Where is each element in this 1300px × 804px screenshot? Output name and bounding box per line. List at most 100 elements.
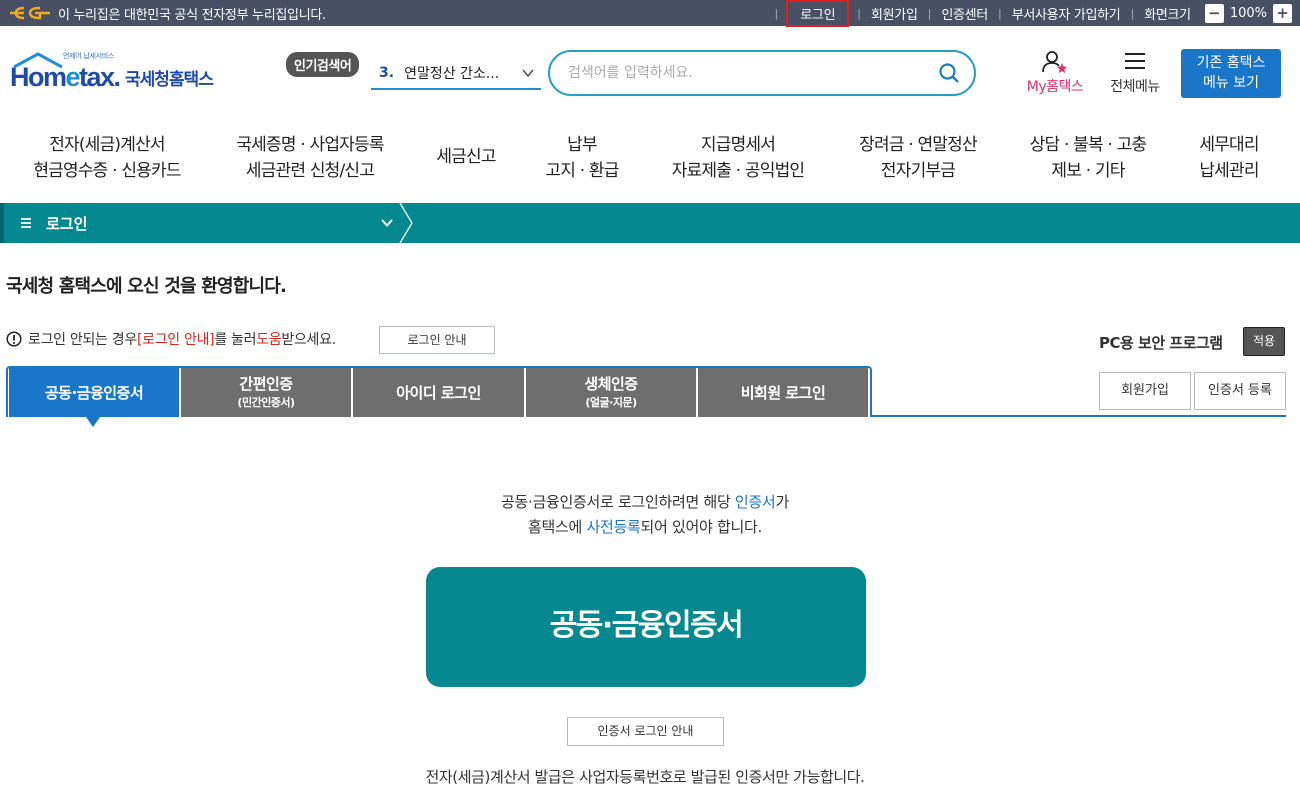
screen-size-label: 화면크기 <box>1144 7 1191 23</box>
government-banner: 이 누리집은 대한민국 공식 전자정부 누리집입니다. | 로그인 | 회원가입… <box>0 0 1300 27</box>
joint-financial-cert-login-button[interactable]: 공동·금융인증서 <box>426 567 866 687</box>
link-separator: | <box>774 6 779 20</box>
hometax-logo[interactable]: 언제어 납세서비스 Hometax. 국세청홈택스 <box>8 48 228 94</box>
gnb-line2: 세금관련 신청/신고 <box>245 161 375 181</box>
gnb-line2: 현금영수증 · 신용카드 <box>33 161 181 181</box>
top-utility-links: | 로그인 | 회원가입 | 인증센터 | 부서사용자 가입하기 | 화면크기 … <box>765 0 1292 27</box>
pc-security-label: PC용 보안 프로그램 <box>1099 334 1223 352</box>
top-login-link[interactable]: 로그인 <box>786 0 850 27</box>
gnb-tax-agent[interactable]: 세무대리 납세관리 <box>1190 132 1268 184</box>
main-navigation: 전자(세금)계산서 현금영수증 · 신용카드 국세증명 · 사업자등록 세금관련… <box>0 132 1300 184</box>
search-input[interactable] <box>568 62 928 84</box>
user-star-icon <box>1042 51 1067 73</box>
list-menu-icon <box>21 218 31 228</box>
info-icon <box>6 331 22 347</box>
gnb-line2: 고지 · 환급 <box>545 161 619 181</box>
tab-non-member-login[interactable]: 비회원 로그인 <box>698 368 868 417</box>
popular-search-dropdown[interactable]: 3. 연말정산 간소... <box>371 58 541 90</box>
gnb-line1: 전자(세금)계산서 <box>49 135 165 155</box>
site-header: 언제어 납세서비스 Hometax. 국세청홈택스 인기검색어 3. 연말정산 … <box>0 26 1300 118</box>
gnb-line1: 세무대리 <box>1199 135 1259 155</box>
breadcrumb-dropdown[interactable]: 로그인 <box>8 203 414 243</box>
tab-simple-auth[interactable]: 간편인증 (민간인증서) <box>181 368 351 417</box>
gnb-line1: 국세증명 · 사업자등록 <box>236 135 384 155</box>
tab-label: 공동·금융인증서 <box>44 384 144 402</box>
tab-label: 비회원 로그인 <box>740 384 826 402</box>
logo-word-part: tax. <box>79 62 121 92</box>
desc-text: 되어 있어야 합니다. <box>640 518 763 536</box>
gnb-line1: 지급명세서 <box>700 135 776 155</box>
desc-highlight: 사전등록 <box>586 518 641 536</box>
popular-keyword: 연말정산 간소... <box>404 66 500 82</box>
old-menu-line2: 메뉴 보기 <box>1203 75 1259 91</box>
my-hometax-label: My홈택스 <box>1026 79 1084 95</box>
popular-rank: 3. <box>379 65 395 81</box>
desc-text: 공동·금융인증서로 로그인하려면 해당 <box>501 493 735 511</box>
top-cert-center-link[interactable]: 인증센터 <box>941 4 988 23</box>
zoom-control: − 100% + <box>1204 3 1292 23</box>
login-guide-button[interactable]: 로그인 안내 <box>379 326 495 354</box>
search-icon[interactable] <box>938 62 960 84</box>
security-apply-button[interactable]: 적용 <box>1243 327 1285 356</box>
popular-search-label: 인기검색어 <box>286 52 360 77</box>
gnb-line1: 납부 <box>567 135 597 155</box>
desc-text: 가 <box>775 493 789 511</box>
cert-login-description: 공동·금융인증서로 로그인하려면 해당 인증서가 홈택스에 사전등록되어 있어야… <box>0 490 1290 540</box>
tab-sublabel: (얼굴·지문) <box>585 396 637 409</box>
tab-sublabel: (민간인증서) <box>237 396 295 409</box>
breadcrumb-current: 로그인 <box>46 215 88 233</box>
breadcrumb-divider-icon <box>399 203 413 243</box>
logo-word-part: Hom <box>10 62 67 92</box>
desc-line1: 공동·금융인증서로 로그인하려면 해당 인증서가 <box>0 490 1290 515</box>
my-hometax-button[interactable]: My홈택스 <box>1020 50 1090 96</box>
tab-joint-financial-cert[interactable]: 공동·금융인증서 <box>9 368 179 417</box>
top-dept-user-signup-link[interactable]: 부서사용자 가입하기 <box>1012 4 1121 23</box>
egov-logo-icon <box>10 6 50 20</box>
location-bar-cap <box>0 203 4 243</box>
zoom-in-button[interactable]: + <box>1273 3 1292 23</box>
gnb-payment[interactable]: 납부 고지 · 환급 <box>536 132 628 184</box>
old-hometax-menu-button[interactable]: 기존 홈택스 메뉴 보기 <box>1181 49 1281 98</box>
logo-word-e: e <box>65 62 81 92</box>
notice-highlight: 도움 <box>256 332 282 348</box>
cert-register-button[interactable]: 인증서 등록 <box>1194 372 1286 410</box>
invoice-cert-note: 전자(세금)계산서 발급은 사업자등록번호로 발급된 인증서만 가능합니다. <box>425 768 865 786</box>
all-menu-label: 전체메뉴 <box>1110 79 1160 95</box>
chevron-down-icon <box>381 219 393 227</box>
active-tab-pointer <box>86 417 100 427</box>
logo-subtitle: 언제어 납세서비스 <box>63 52 115 60</box>
top-signup-link[interactable]: 회원가입 <box>871 4 918 23</box>
gnb-line2: 자료제출 · 공익법인 <box>671 161 805 181</box>
notice-highlight: [로그인 안내] <box>136 332 215 348</box>
gnb-line1: 상담 · 불복 · 고충 <box>1029 135 1147 155</box>
signup-button[interactable]: 회원가입 <box>1099 372 1191 410</box>
welcome-heading: 국세청 홈택스에 오신 것을 환영합니다. <box>6 276 287 297</box>
desc-highlight: 인증서 <box>734 493 776 511</box>
gnb-certificates[interactable]: 국세증명 · 사업자등록 세금관련 신청/신고 <box>224 132 396 184</box>
gnb-consultation[interactable]: 상담 · 불복 · 고충 제보 · 기타 <box>1018 132 1158 184</box>
link-separator: | <box>927 6 932 20</box>
location-bar: 로그인 <box>0 203 1300 243</box>
search-bar <box>548 50 976 96</box>
tab-id-login[interactable]: 아이디 로그인 <box>353 368 524 417</box>
link-separator: | <box>1130 6 1135 20</box>
gnb-line1: 장려금 · 연말정산 <box>859 135 978 155</box>
login-help-notice: 로그인 안되는 경우 [로그인 안내] 를 눌러 도움 받으세요. <box>6 329 336 349</box>
gnb-line2: 납세관리 <box>1199 161 1259 181</box>
notice-text: 로그인 안되는 경우 <box>28 332 137 348</box>
zoom-out-button[interactable]: − <box>1204 3 1224 23</box>
hamburger-icon <box>1125 53 1145 69</box>
tab-biometric[interactable]: 생체인증 (얼굴·지문) <box>526 368 696 417</box>
notice-text: 받으세요. <box>281 332 336 348</box>
all-menu-button[interactable]: 전체메뉴 <box>1104 50 1166 96</box>
gnb-incentives[interactable]: 장려금 · 연말정산 전자기부금 <box>848 132 988 184</box>
gnb-payment-statements[interactable]: 지급명세서 자료제출 · 공익법인 <box>662 132 814 184</box>
desc-line2: 홈택스에 사전등록되어 있어야 합니다. <box>0 515 1290 540</box>
gnb-tax-filing[interactable]: 세금신고 <box>428 144 504 170</box>
cert-login-guide-button[interactable]: 인증서 로그인 안내 <box>567 717 724 746</box>
link-separator: | <box>997 6 1002 20</box>
chevron-down-icon <box>522 69 534 78</box>
tab-label: 아이디 로그인 <box>396 384 481 402</box>
gnb-e-invoice[interactable]: 전자(세금)계산서 현금영수증 · 신용카드 <box>26 132 188 184</box>
desc-text: 홈택스에 <box>528 518 587 536</box>
